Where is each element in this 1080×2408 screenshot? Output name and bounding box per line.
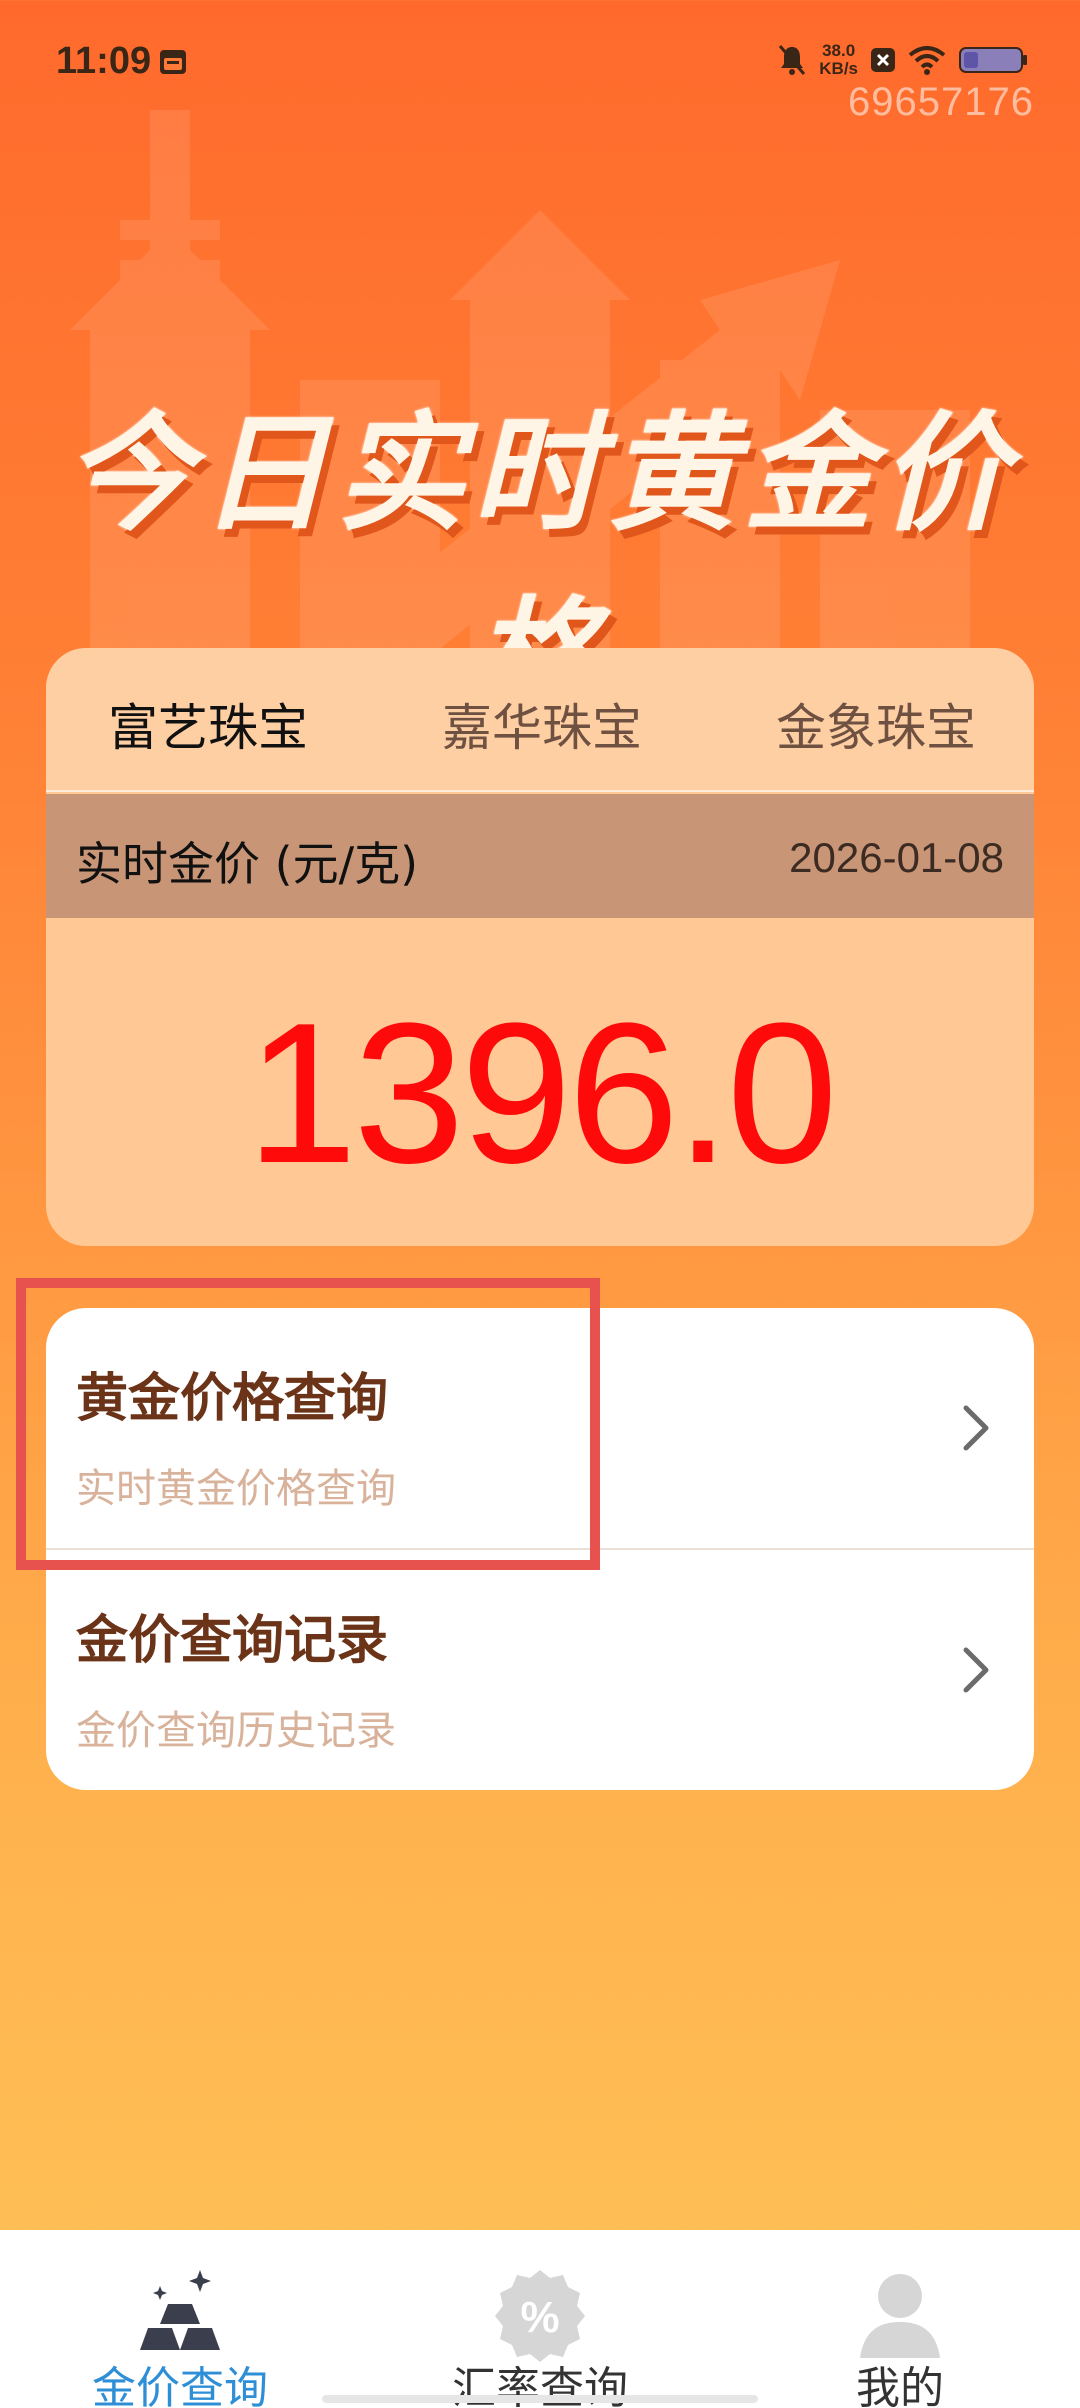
svg-text:%: % [520, 2293, 559, 2342]
menu-item-title: 黄金价格查询 [76, 1369, 389, 1429]
mute-bell-icon [779, 45, 806, 75]
price-header: 实时金价 (元/克) 2026-01-08 [46, 794, 1034, 918]
battery-icon [959, 47, 1027, 73]
network-speed-value: 38.0 [822, 41, 856, 60]
network-speed-unit: KB/s [819, 59, 858, 78]
menu-item-price-history[interactable]: 金价查询记录 金价查询历史记录 [46, 1550, 1034, 1790]
menu-item-subtitle: 实时黄金价格查询 [76, 1466, 396, 1512]
tab-divider [46, 790, 1034, 792]
gold-bars-icon [140, 2270, 220, 2350]
chevron-right-icon [963, 1647, 989, 1693]
calendar-icon [160, 50, 186, 74]
price-label: 实时金价 (元/克) [76, 837, 419, 891]
tab-fuyi-jewelry[interactable]: 富艺珠宝 [108, 688, 308, 760]
menu-item-gold-price-query[interactable]: 黄金价格查询 实时黄金价格查询 [46, 1308, 1034, 1548]
nav-profile[interactable]: 我的 [720, 2230, 1080, 2408]
status-bar: 11:09 38.0 KB/s 69657176 [0, 0, 1080, 124]
wifi-icon [908, 46, 946, 75]
x-box-icon [871, 48, 895, 72]
menu-item-subtitle: 金价查询历史记录 [76, 1708, 396, 1754]
nav-label: 我的 [856, 2363, 944, 2408]
network-speed: 38.0 KB/s [819, 42, 858, 78]
nav-gold-price[interactable]: 金价查询 [0, 2230, 360, 2408]
tab-jinxiang-jewelry[interactable]: 金象珠宝 [776, 688, 976, 760]
bottom-nav: 金价查询 % 汇率查询 我的 [0, 2230, 1080, 2408]
chevron-right-icon [963, 1405, 989, 1451]
status-time: 11:09 [56, 40, 152, 82]
menu-card: 黄金价格查询 实时黄金价格查询 金价查询记录 金价查询历史记录 [46, 1308, 1034, 1790]
percent-badge-icon: % [495, 2270, 585, 2362]
price-card: 富艺珠宝 嘉华珠宝 金象珠宝 实时金价 (元/克) 2026-01-08 139… [46, 648, 1034, 1246]
user-icon [860, 2274, 940, 2358]
tab-jiahua-jewelry[interactable]: 嘉华珠宝 [442, 688, 642, 760]
watermark-id: 69657176 [848, 80, 1034, 124]
home-indicator [322, 2395, 758, 2403]
nav-label: 金价查询 [92, 2363, 268, 2408]
menu-item-title: 金价查询记录 [76, 1611, 389, 1671]
gold-price-value: 1396.0 [246, 982, 838, 1205]
price-date: 2026-01-08 [789, 834, 1004, 881]
nav-exchange-rate[interactable]: % 汇率查询 [360, 2230, 720, 2408]
